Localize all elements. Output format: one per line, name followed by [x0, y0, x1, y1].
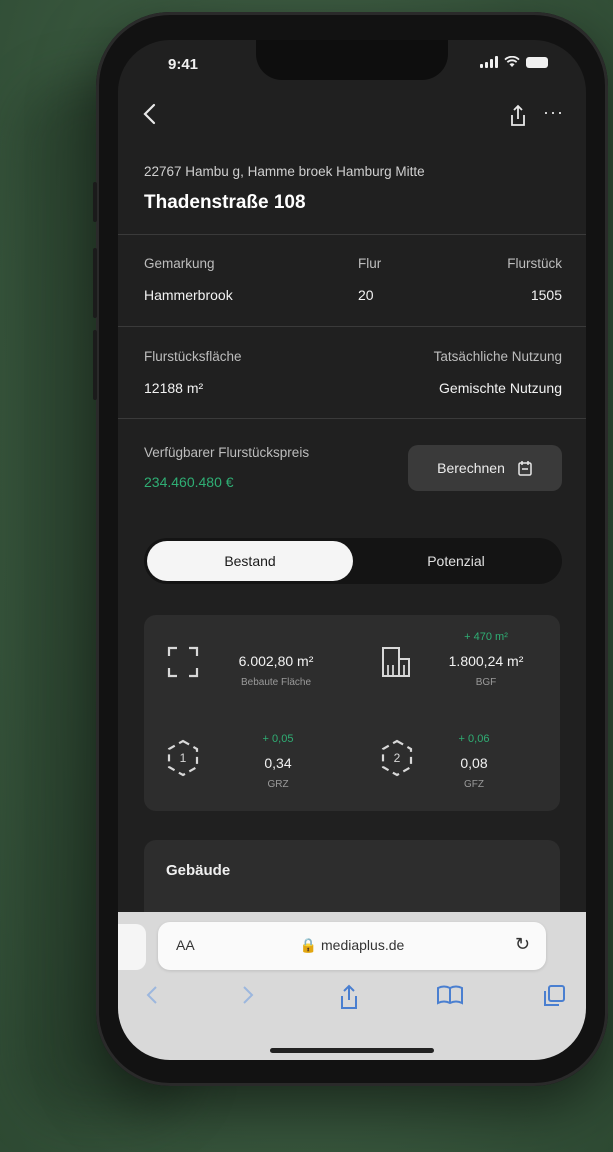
address-line: 22767 Hambu g, Hamme broek Hamburg Mitte	[144, 164, 425, 179]
built-area-label: Bebaute Fläche	[240, 677, 312, 688]
flur-value: 20	[358, 287, 374, 303]
flurstueck-value: 1505	[530, 287, 562, 303]
bookmarks-icon[interactable]	[436, 984, 464, 1006]
gfz-label: GFZ	[464, 779, 484, 790]
status-time: 9:41	[168, 56, 199, 73]
actual-usage-value: Gemischte Nutzung	[439, 380, 562, 396]
price-value: 234.460.480 €	[144, 474, 234, 490]
footprint-icon	[167, 646, 199, 678]
notch	[256, 40, 448, 80]
grz-delta: + 0,05	[262, 733, 294, 745]
more-button[interactable]: ···	[543, 102, 564, 123]
signal-icon	[480, 56, 498, 68]
battery-icon	[526, 56, 548, 68]
tab-potenzial[interactable]: Potenzial	[353, 541, 559, 581]
segmented-control: Bestand Potenzial	[144, 538, 562, 584]
gemarkung-value: Hammerbrook	[144, 287, 233, 303]
stats-card: 6.002,80 m² Bebaute Fläche + 470 m² 1.80…	[144, 615, 560, 811]
nav-bar: ···	[118, 98, 586, 138]
gemarkung-label: Gemarkung	[144, 256, 215, 271]
building-icon	[382, 647, 410, 677]
bgf-delta: + 470 m²	[464, 631, 508, 643]
calculate-button-label: Berechnen	[437, 460, 505, 476]
area-value: 12188 m²	[144, 380, 204, 396]
built-area-value: 6.002,80 m²	[238, 653, 314, 669]
previous-tab[interactable]	[118, 924, 146, 970]
area-label: Flurstücksfläche	[144, 349, 242, 364]
back-button[interactable]	[140, 102, 160, 126]
calculate-button[interactable]: Berechnen	[408, 445, 562, 491]
street-title: Thadenstraße 108	[144, 192, 306, 213]
grz-label: GRZ	[267, 779, 289, 790]
bgf-value: 1.800,24 m²	[448, 653, 524, 669]
home-indicator	[270, 1048, 434, 1053]
browser-toolbar	[118, 982, 586, 1016]
actual-usage-label: Tatsächliche Nutzung	[433, 349, 562, 364]
tabs-icon[interactable]	[542, 984, 566, 1008]
url-bar[interactable]: AA 🔒 mediaplus.de ↻	[158, 922, 546, 970]
wifi-icon	[504, 56, 520, 67]
gfz-icon: 2	[381, 739, 413, 777]
reload-icon[interactable]: ↻	[515, 934, 530, 955]
gfz-value: 0,08	[460, 755, 488, 771]
browser-share-icon[interactable]	[338, 984, 360, 1010]
flurstueck-label: Flurstück	[507, 256, 562, 271]
building-title: Gebäude	[166, 862, 231, 879]
bgf-label: BGF	[475, 677, 497, 688]
url-text: 🔒 mediaplus.de	[299, 937, 405, 953]
browser-bar: AA 🔒 mediaplus.de ↻	[118, 912, 586, 1060]
gfz-delta: + 0,06	[458, 733, 490, 745]
tab-bestand[interactable]: Bestand	[147, 541, 353, 581]
calculator-icon	[518, 461, 532, 476]
divider	[118, 418, 586, 419]
back-arrow-icon[interactable]	[144, 984, 160, 1006]
svg-text:1: 1	[180, 751, 187, 765]
forward-arrow-icon[interactable]	[240, 984, 256, 1006]
grz-icon: 1	[167, 739, 199, 777]
divider	[118, 234, 586, 235]
phone-screen: 9:41 ··· 22767 Hambu g, Hamme broek Hamb…	[118, 40, 586, 1060]
divider	[118, 326, 586, 327]
share-button[interactable]	[508, 104, 528, 128]
price-label: Verfügbarer Flurstückspreis	[144, 445, 310, 460]
svg-text:2: 2	[394, 751, 401, 765]
flur-label: Flur	[358, 256, 382, 271]
grz-value: 0,34	[264, 755, 292, 771]
